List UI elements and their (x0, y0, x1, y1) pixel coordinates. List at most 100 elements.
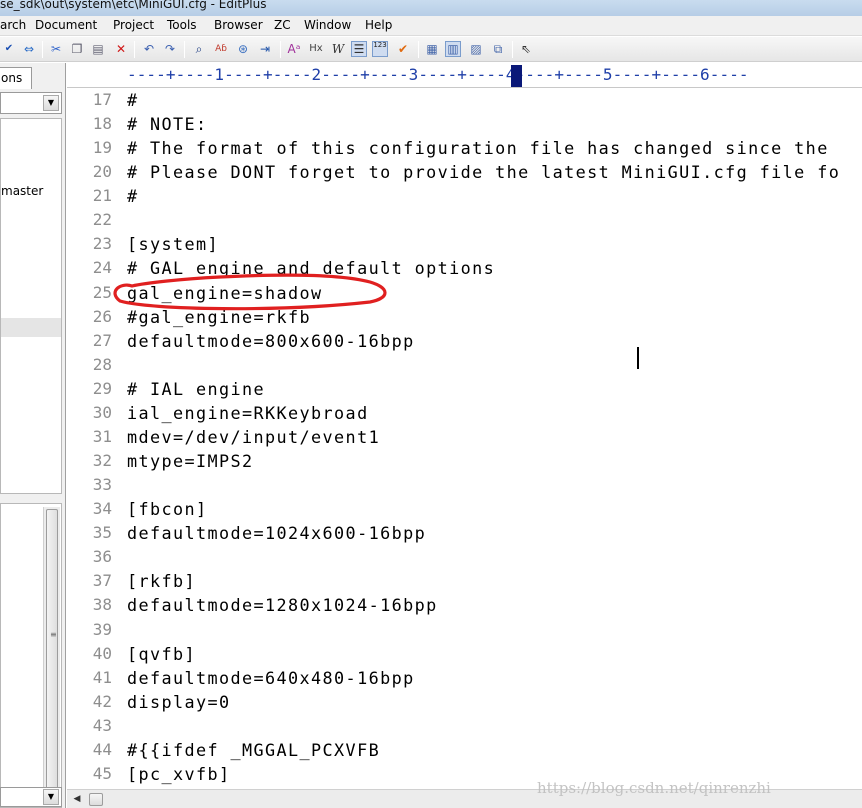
line-number: 43 (92, 715, 112, 735)
code-line[interactable]: defaultmode=800x600-16bpp (127, 331, 415, 351)
ruler-scale: ----+----1----+----2----+----3----+----4… (127, 65, 749, 84)
code-line[interactable]: #{{ifdef _MGGAL_PCXVFB (127, 740, 380, 760)
line-number: 32 (92, 451, 112, 471)
grip-icon: ≡ (50, 630, 57, 639)
directory-combo[interactable]: ▼ (0, 92, 62, 114)
chevron-down-icon[interactable]: ▼ (43, 95, 59, 111)
view-icon[interactable]: ⧉ (490, 41, 506, 57)
code-editor[interactable]: # # NOTE: # The format of this configurati… (127, 89, 862, 789)
line-number: 34 (92, 499, 112, 519)
ruler: ----+----1----+----2----+----3----+----4… (67, 63, 862, 88)
line-number: 27 (92, 330, 112, 350)
find-icon[interactable]: ⌕ (191, 41, 207, 57)
line-number: 44 (92, 739, 112, 759)
code-line[interactable]: [rkfb] (127, 571, 196, 591)
watermark: https://blog.csdn.net/qinrenzhi (537, 779, 771, 797)
chevron-down-icon[interactable]: ▼ (43, 789, 59, 805)
menu-window[interactable]: Window (304, 18, 351, 32)
help-cursor-icon[interactable]: ⇖ (518, 41, 534, 57)
code-line[interactable]: # NOTE: (127, 114, 208, 134)
hex-icon[interactable]: Hx (308, 41, 324, 57)
line-number: 22 (92, 210, 112, 230)
undo-icon[interactable]: ↶ (141, 41, 157, 57)
line-number: 38 (92, 595, 112, 615)
directory-list[interactable]: master (0, 118, 62, 494)
menu-tools[interactable]: Tools (167, 18, 197, 32)
code-line[interactable]: # (127, 186, 139, 206)
paste-icon[interactable]: ▤ (90, 41, 106, 57)
line-number: 30 (92, 402, 112, 422)
menu-browser[interactable]: Browser (214, 18, 263, 32)
line-number: 45 (92, 763, 112, 783)
filter-combo[interactable]: ▼ (0, 787, 62, 807)
sync-icon[interactable]: ⇔ (21, 41, 37, 57)
check-icon[interactable]: ✔ (395, 41, 411, 57)
browser-icon[interactable]: ▦ (424, 41, 440, 57)
menu-help[interactable]: Help (365, 18, 392, 32)
selected-list-item[interactable] (1, 318, 61, 337)
code-line[interactable]: mdev=/dev/input/event1 (127, 427, 380, 447)
line-number-icon[interactable]: 123 (372, 41, 388, 57)
line-number: 21 (92, 186, 112, 206)
line-number: 19 (92, 138, 112, 158)
replace-icon[interactable]: Aɓ (213, 41, 229, 57)
left-pane-tab[interactable]: tions (0, 67, 32, 89)
code-line[interactable]: defaultmode=1024x600-16bpp (127, 523, 426, 543)
font-icon[interactable]: Aᵃ (286, 41, 302, 57)
line-number: 20 (92, 162, 112, 182)
scroll-left-icon[interactable]: ◀ (69, 792, 85, 807)
ruler-icon[interactable]: ☰ (351, 41, 367, 57)
menu-project[interactable]: Project (113, 18, 154, 32)
line-number: 41 (92, 667, 112, 687)
code-line[interactable]: defaultmode=1280x1024-16bpp (127, 595, 438, 615)
code-line[interactable]: defaultmode=640x480-16bpp (127, 668, 415, 688)
copy-icon[interactable]: ❐ (69, 41, 85, 57)
code-line[interactable]: [pc_xvfb] (127, 764, 231, 784)
line-number: 18 (92, 114, 112, 134)
scrollbar-thumb[interactable]: ≡ (46, 509, 58, 795)
preview-icon[interactable]: ▨ (468, 41, 484, 57)
red-circle-annotation (113, 273, 387, 311)
line-number: 37 (92, 571, 112, 591)
line-number: 42 (92, 691, 112, 711)
left-pane-tab-label: tions (0, 71, 23, 85)
line-number-gutter: 17 18 19 20 21 22 23 24 25 26 27 28 29 30 31 32 33 34 35 36… (67, 89, 117, 789)
line-number: 31 (92, 426, 112, 446)
menu-bar: arch Document Project Tools Browser ZC W… (0, 16, 862, 36)
title-bar: se_sdk\out\system\etc\MiniGUI.cfg - Edit… (0, 0, 862, 16)
code-line[interactable]: mtype=IMPS2 (127, 451, 254, 471)
code-line[interactable]: [fbcon] (127, 499, 208, 519)
code-line[interactable]: display=0 (127, 692, 231, 712)
split-icon[interactable]: ▥ (445, 41, 461, 57)
scrollbar-thumb[interactable] (89, 793, 103, 806)
left-pane: tions ▼ master ≡ ▼ (0, 63, 66, 808)
ruler-cursor-marker (511, 65, 522, 87)
menu-search[interactable]: arch (0, 18, 26, 32)
line-number: 35 (92, 523, 112, 543)
text-caret (637, 347, 639, 369)
list-item[interactable]: master (1, 184, 43, 198)
code-line[interactable]: [qvfb] (127, 644, 196, 664)
line-number: 28 (92, 354, 112, 374)
code-line[interactable]: ial_engine=RKKeybroad (127, 403, 369, 423)
menu-document[interactable]: Document (35, 18, 97, 32)
left-pane-scrollbar[interactable]: ≡ (43, 507, 60, 799)
goto-icon[interactable]: ⊛ (235, 41, 251, 57)
line-number: 29 (92, 378, 112, 398)
toolbar: ✔ ⇔ ✂ ❐ ▤ ✕ ↶ ↷ ⌕ Aɓ ⊛ ⇥ Aᵃ Hx W ☰ 123 ✔… (0, 37, 862, 62)
line-number: 39 (92, 619, 112, 639)
redo-icon[interactable]: ↷ (162, 41, 178, 57)
spellcheck-icon[interactable]: ✔ (1, 41, 17, 57)
code-line[interactable]: # Please DONT forget to provide the late… (127, 162, 840, 182)
goto-line-icon[interactable]: ⇥ (257, 41, 273, 57)
line-number: 17 (92, 90, 112, 109)
code-line[interactable]: # IAL engine (127, 379, 265, 399)
window-title: se_sdk\out\system\etc\MiniGUI.cfg - Edit… (0, 0, 267, 11)
delete-icon[interactable]: ✕ (113, 41, 129, 57)
menu-zc[interactable]: ZC (274, 18, 291, 32)
cut-icon[interactable]: ✂ (48, 41, 64, 57)
word-wrap-icon[interactable]: W (330, 41, 346, 57)
code-line[interactable]: # The format of this configuration file … (127, 138, 829, 158)
code-line[interactable]: [system] (127, 234, 219, 254)
code-line[interactable]: # (127, 90, 139, 110)
